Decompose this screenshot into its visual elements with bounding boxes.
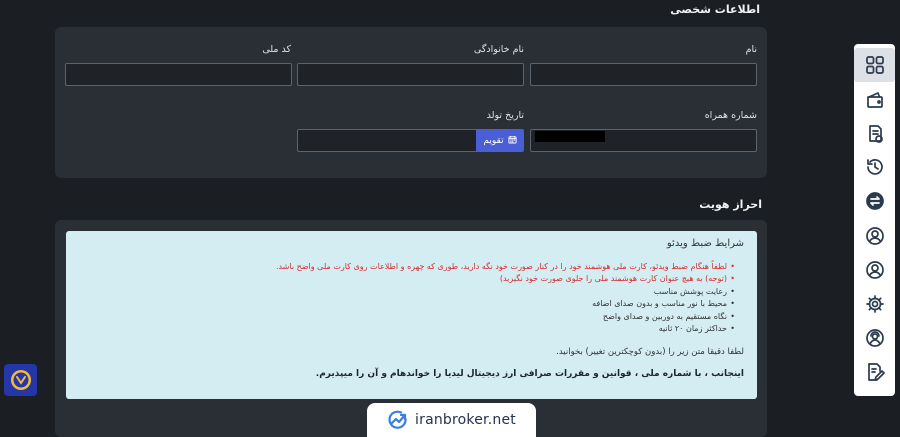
sidebar-item-profile[interactable] <box>854 219 895 253</box>
watermark: iranbroker.net <box>367 403 536 437</box>
rule-item: نگاه مستقیم به دوربین و صدای واضح <box>75 311 735 324</box>
video-conditions-notice: شرایط ضبط ویدئو لطفاً هنگام ضبط ویدئو، ک… <box>66 231 757 399</box>
redacted-mobile-value <box>535 131 605 142</box>
sidebar-item-history[interactable] <box>854 150 895 184</box>
support-user-icon <box>865 329 884 347</box>
sidebar-item-exchange[interactable] <box>854 184 895 218</box>
national-code-label: کد ملی <box>262 44 291 55</box>
personal-info-card <box>55 27 767 178</box>
sidebar-item-support[interactable] <box>854 321 895 355</box>
personal-info-title: اطلاعات شخصی <box>670 3 760 16</box>
rules-list: لطفاً هنگام ضبط ویدئو، کارت ملی هوشمند خ… <box>75 261 735 336</box>
mobile-label: شماره همراه <box>704 110 757 121</box>
sidebar-item-orders[interactable] <box>854 117 895 151</box>
rule-item: حداکثر زمان ۲۰ ثانیه <box>75 323 735 336</box>
calendar-button[interactable]: تقویم <box>476 129 524 152</box>
app-logo[interactable] <box>4 364 37 396</box>
rule-item-note: (توجه) به هیچ عنوان کارت هوشمند ملی را ج… <box>75 273 735 286</box>
user-circle-icon <box>865 261 884 279</box>
history-icon <box>866 159 883 175</box>
notice-title: شرایط ضبط ویدئو <box>666 238 744 249</box>
user-icon <box>865 227 884 245</box>
read-instruction: لطفا دقیقا متن زیر را (بدون کوچکترین تغی… <box>556 347 744 357</box>
sidebar-rail <box>854 44 895 396</box>
birth-date-field[interactable] <box>297 129 477 152</box>
edit-document-icon <box>867 363 885 381</box>
lydia-logo-icon <box>10 370 31 390</box>
national-code-field[interactable] <box>65 63 292 86</box>
calendar-icon <box>508 135 517 147</box>
sidebar-item-settings[interactable] <box>854 287 895 321</box>
sidebar-item-dashboard[interactable] <box>854 48 895 82</box>
sidebar-item-edit[interactable] <box>854 355 895 389</box>
pledge-text: اینجانب ، با شماره ملی ، قوانین و مقررات… <box>315 369 744 379</box>
first-name-field[interactable] <box>530 63 757 86</box>
rule-item: محیط با نور مناسب و بدون صدای اضافه <box>75 298 735 311</box>
identity-title: احراز هویت <box>699 198 762 211</box>
exchange-icon <box>865 192 884 210</box>
last-name-field[interactable] <box>297 63 524 86</box>
calendar-button-label: تقویم <box>483 135 504 146</box>
last-name-label: نام خانوادگی <box>473 44 524 55</box>
first-name-label: نام <box>745 44 757 55</box>
wallet-icon <box>866 92 883 108</box>
rule-item: لطفاً هنگام ضبط ویدئو، کارت ملی هوشمند خ… <box>75 261 735 274</box>
dashboard-icon <box>865 56 884 74</box>
sidebar-item-wallet[interactable] <box>854 83 895 117</box>
rule-item: رعایت پوشش مناسب <box>75 286 735 299</box>
settings-icon <box>865 295 884 313</box>
broker-logo-icon <box>388 410 407 429</box>
birth-date-label: تاریخ تولد <box>486 110 524 121</box>
watermark-text: iranbroker.net <box>415 412 516 428</box>
orders-icon <box>868 125 883 143</box>
sidebar-item-account[interactable] <box>854 253 895 287</box>
